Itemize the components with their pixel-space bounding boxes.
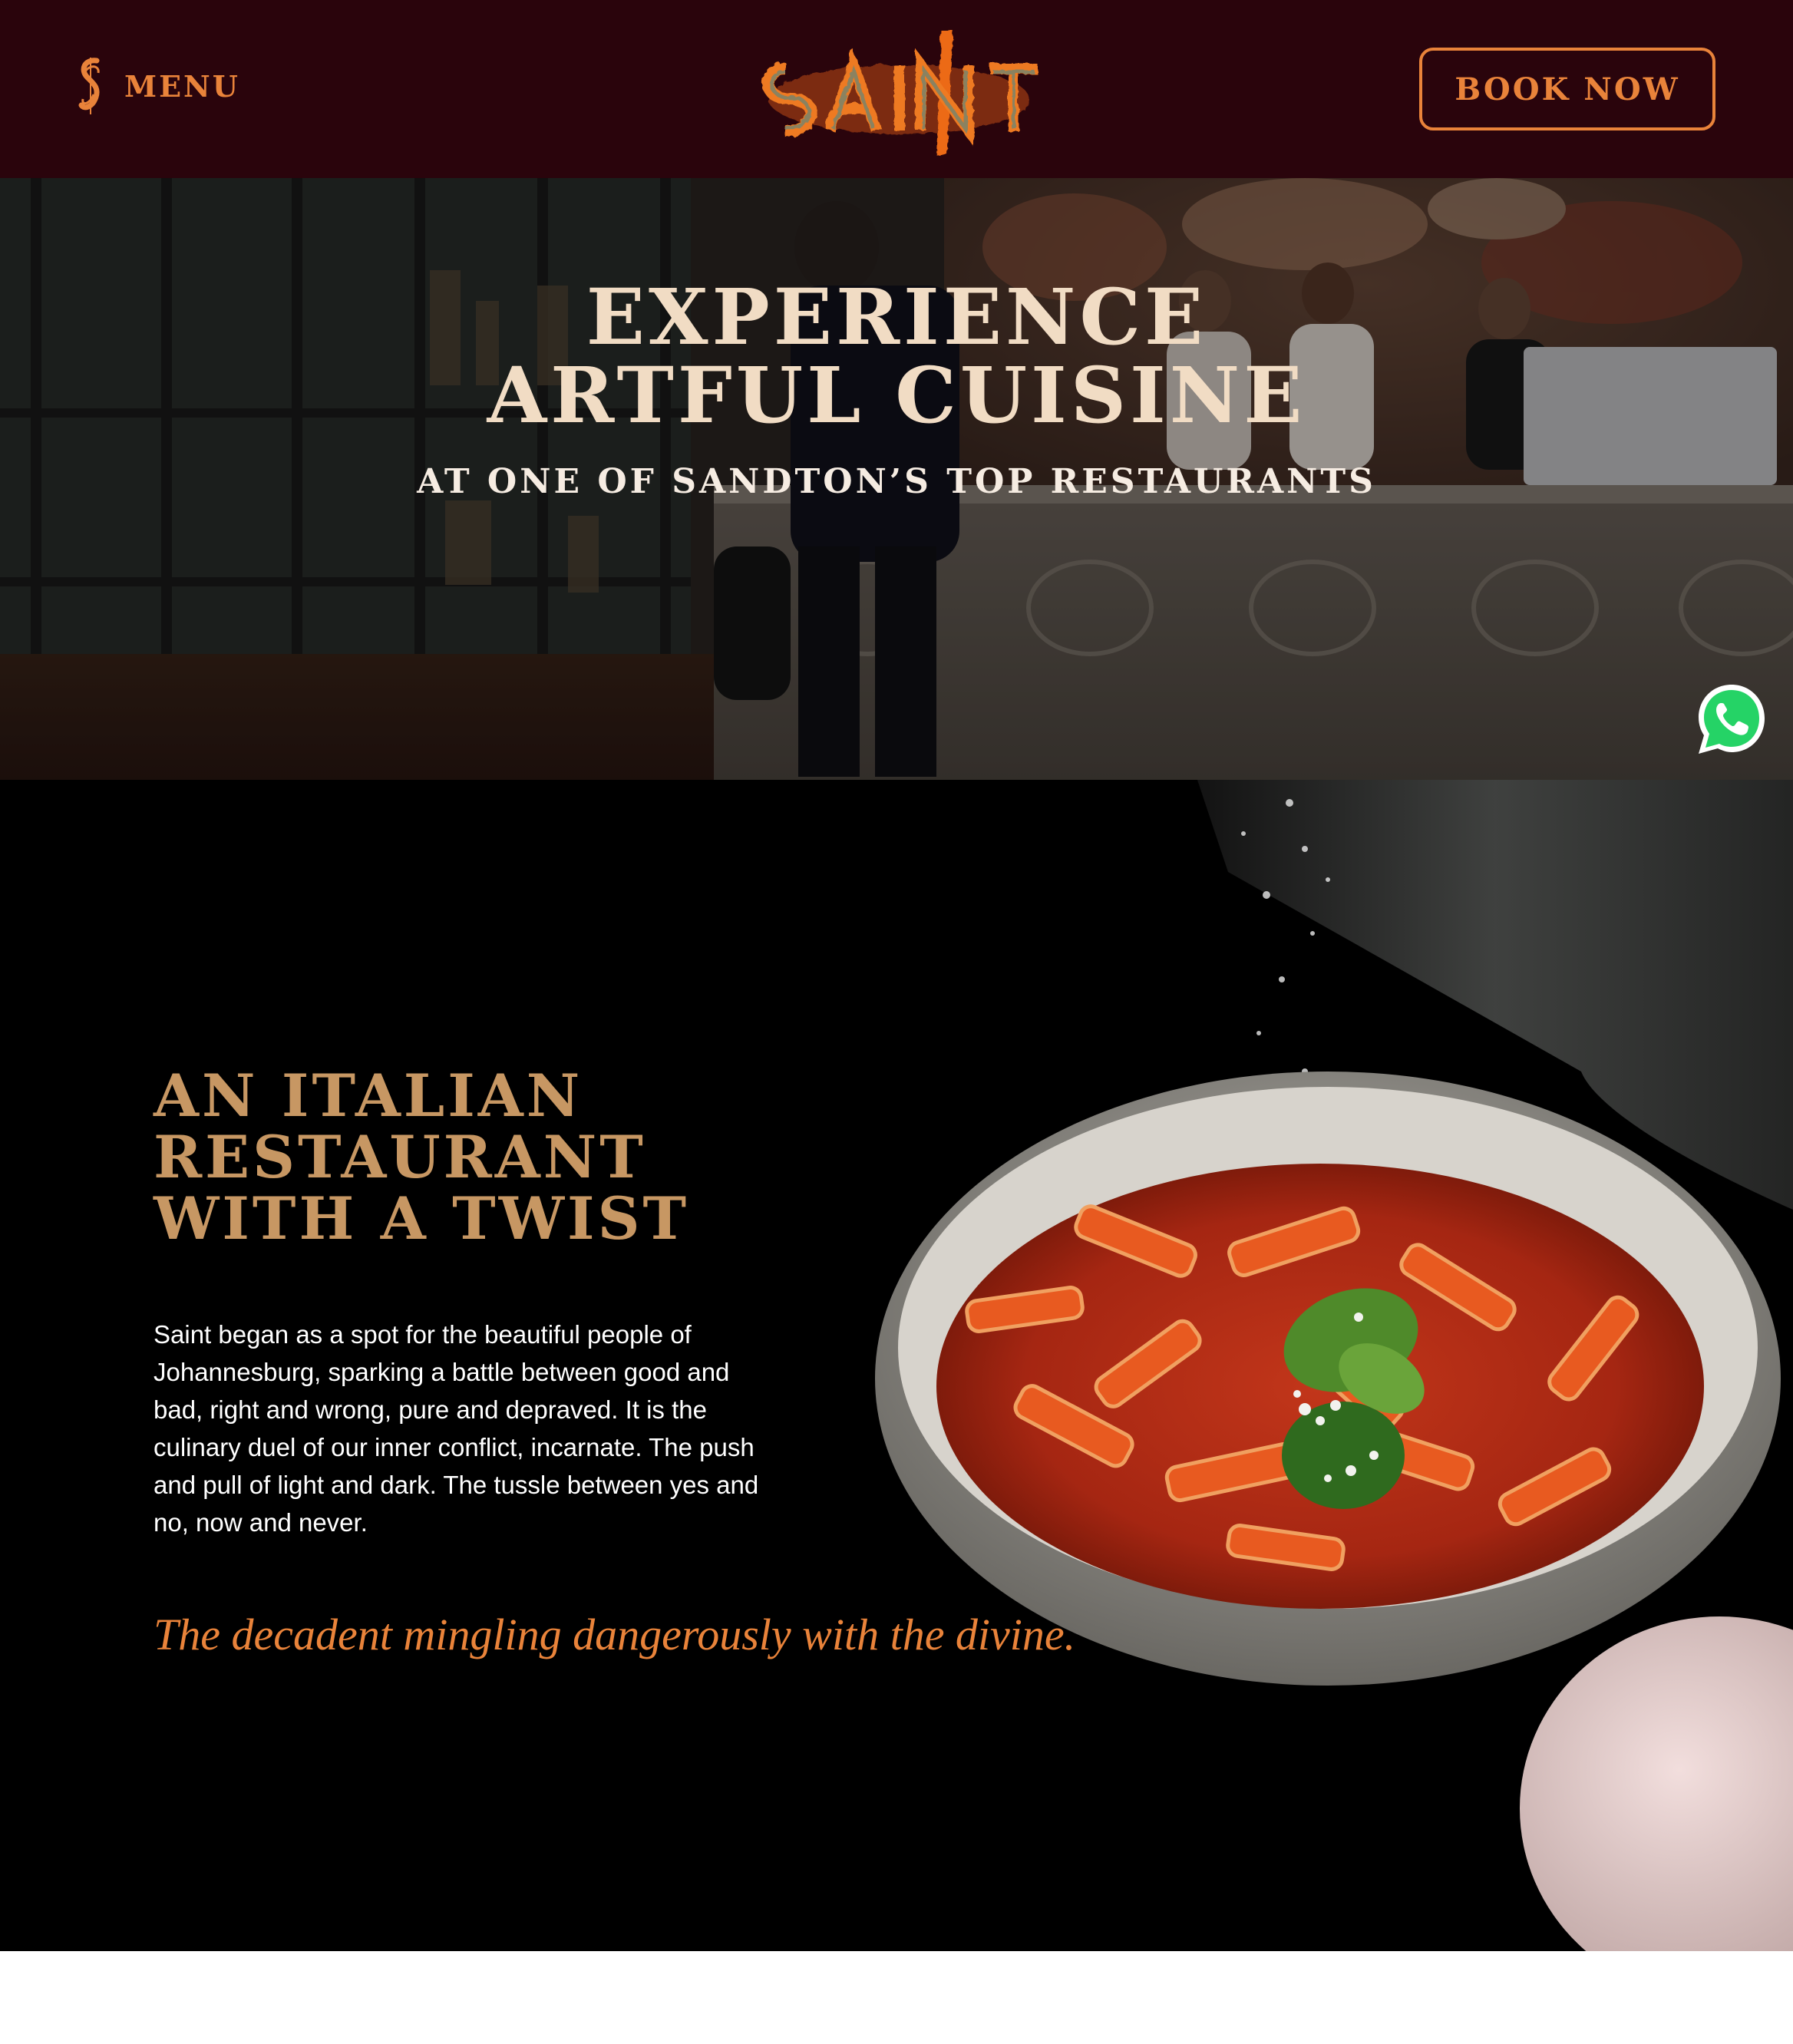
hero-title-line-1: EXPERIENCE xyxy=(586,272,1207,362)
hero-title: EXPERIENCE ARTFUL CUISINE xyxy=(0,278,1793,434)
menu-button[interactable]: MENU xyxy=(74,54,240,118)
hero-section: EXPERIENCE ARTFUL CUISINE AT ONE OF SAND… xyxy=(0,178,1793,780)
intro-heading-line-3: WITH A TWIST xyxy=(154,1184,690,1253)
next-section-edge xyxy=(0,1951,1793,2044)
intro-body-text: Saint began as a spot for the beautiful … xyxy=(154,1320,759,1537)
hero-title-line-2: ARTFUL CUISINE xyxy=(487,350,1306,441)
whatsapp-icon[interactable] xyxy=(1692,680,1771,758)
intro-heading-line-1: AN ITALIAN xyxy=(154,1062,583,1130)
intro-section: AN ITALIAN RESTAURANT WITH A TWIST Saint… xyxy=(0,780,1793,1951)
hero-subtitle: AT ONE OF SANDTON’S TOP RESTAURANTS xyxy=(417,462,1376,501)
intro-quote: The decadent mingling dangerously with t… xyxy=(154,1610,1076,1659)
menu-label: MENU xyxy=(124,68,240,104)
book-now-button[interactable]: BOOK NOW xyxy=(1419,48,1715,130)
site-header: MENU BOOK NOW xyxy=(0,0,1793,178)
s-monogram-icon xyxy=(78,58,100,114)
intro-heading: AN ITALIAN RESTAURANT WITH A TWIST xyxy=(154,1065,844,1250)
saint-logo[interactable] xyxy=(745,21,1052,157)
intro-heading-line-2: RESTAURANT xyxy=(154,1123,646,1191)
